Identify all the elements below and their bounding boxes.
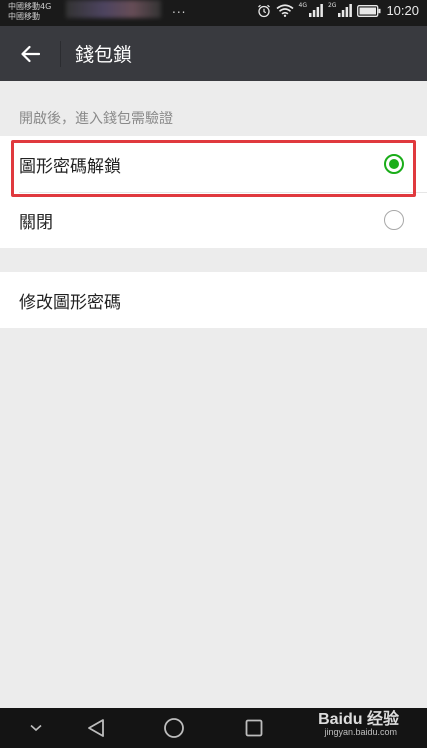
watermark-url: jingyan.baidu.com — [324, 727, 397, 737]
battery-icon — [357, 4, 381, 17]
option-label: 圖形密碼解鎖 — [19, 156, 121, 177]
option-off[interactable]: 關閉 — [0, 192, 427, 248]
radio-checked-icon[interactable] — [384, 154, 404, 174]
carrier-1: 中國移動4G — [8, 2, 52, 11]
chevron-down-icon — [30, 724, 42, 732]
circle-home-icon — [164, 718, 184, 738]
nav-back-button[interactable] — [78, 708, 114, 748]
square-recents-icon — [245, 719, 263, 737]
carrier-2: 中國移動 — [8, 12, 40, 21]
modify-group: 修改圖形密碼 — [0, 272, 427, 328]
page-title: 錢包鎖 — [75, 44, 133, 66]
signal-icon-1 — [308, 4, 323, 17]
modify-pattern-button[interactable]: 修改圖形密碼 — [0, 272, 427, 328]
alarm-icon — [257, 4, 270, 17]
triangle-back-icon — [88, 719, 104, 737]
signal-icon-2 — [338, 4, 353, 17]
lock-option-group: 圖形密碼解鎖 關閉 — [0, 136, 427, 248]
radio-unchecked-icon[interactable] — [384, 210, 404, 230]
section-hint: 開啟後，進入錢包需驗證 — [19, 111, 173, 127]
network-type-2: 2G — [327, 2, 337, 9]
back-arrow-icon — [21, 45, 40, 62]
app-bar-divider — [60, 40, 61, 67]
nav-home-button[interactable] — [156, 708, 192, 748]
option-pattern-unlock[interactable]: 圖形密碼解鎖 — [0, 136, 427, 192]
nav-collapse-button[interactable] — [18, 708, 54, 748]
option-label: 關閉 — [19, 212, 53, 233]
app-bar: 錢包鎖 — [0, 26, 427, 81]
clock-time: 10:20 — [386, 3, 419, 18]
back-button[interactable] — [0, 26, 60, 81]
carrier-info: 中國移動4G 中國移動 — [8, 2, 51, 22]
blurred-notification-icons — [66, 0, 161, 18]
status-icons: 4G 2G 10:20 — [257, 2, 419, 18]
modify-pattern-label: 修改圖形密碼 — [19, 292, 121, 313]
nav-recents-button[interactable] — [236, 708, 272, 748]
wifi-icon — [276, 4, 294, 17]
network-type-1: 4G — [298, 2, 307, 9]
more-notifications-icon: ... — [172, 2, 187, 16]
watermark-brand: Baidu 经验 — [318, 711, 399, 728]
status-bar: 中國移動4G 中國移動 ... 4G 2G 10:20 — [0, 0, 427, 26]
